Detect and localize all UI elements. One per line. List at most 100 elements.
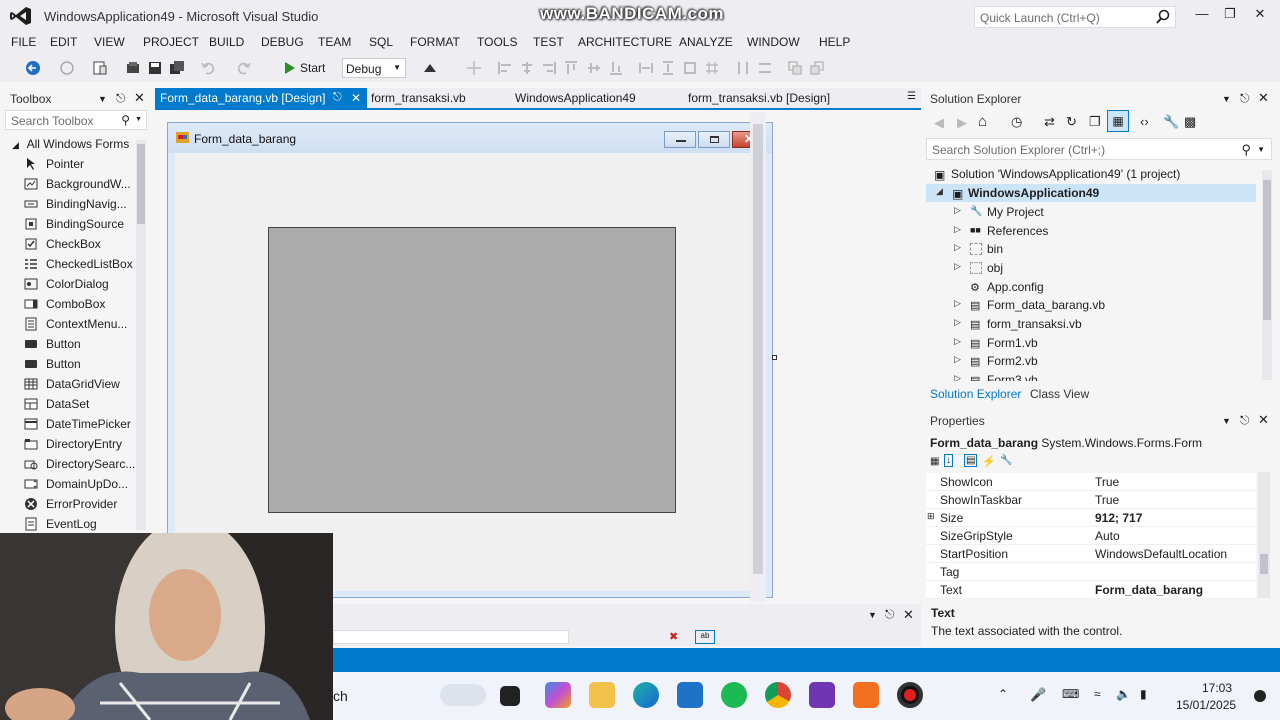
show-all-files-icon[interactable]: ▦ bbox=[1107, 110, 1129, 132]
toolbox-item[interactable]: CheckBox bbox=[22, 234, 134, 254]
forward-icon[interactable]: ▶ bbox=[957, 115, 967, 131]
toolbox-item[interactable]: Button bbox=[22, 354, 134, 374]
microphone-icon[interactable]: 🎤 bbox=[1030, 687, 1046, 703]
property-value[interactable]: Form_data_barang bbox=[1095, 583, 1203, 597]
open-file-icon[interactable] bbox=[125, 60, 141, 76]
solution-configuration-select[interactable]: Debug ▼ bbox=[342, 58, 406, 78]
back-icon[interactable]: ◀ bbox=[934, 115, 944, 131]
toolbox-item[interactable]: BindingNavig... bbox=[22, 194, 134, 214]
solution-explorer-scroll-thumb[interactable] bbox=[1263, 180, 1271, 320]
toolbox-item[interactable]: DirectoryEntry bbox=[22, 434, 134, 454]
toolbox-item[interactable]: DataSet bbox=[22, 394, 134, 414]
minimize-icon[interactable]: — bbox=[1192, 6, 1212, 24]
send-to-back-icon[interactable] bbox=[809, 60, 825, 76]
resize-handle[interactable] bbox=[772, 355, 777, 360]
tree-item[interactable]: ▷ ▤ Form1.vb bbox=[954, 334, 1280, 352]
toolbox-item[interactable]: DomainUpDo... bbox=[22, 474, 134, 494]
property-row[interactable]: ShowInTaskbar True bbox=[926, 491, 1256, 509]
view-code-icon[interactable]: ‹› bbox=[1140, 114, 1149, 129]
toolbox-item[interactable]: ContextMenu... bbox=[22, 314, 134, 334]
search-icon[interactable]: ⚲ bbox=[121, 113, 130, 127]
vertical-spacing-icon[interactable] bbox=[757, 60, 773, 76]
menu-window[interactable]: WINDOW bbox=[747, 35, 800, 49]
edge-browser-icon[interactable] bbox=[633, 682, 659, 708]
clear-icon[interactable]: ✖ bbox=[669, 630, 678, 643]
properties-view-icon[interactable]: ▤ bbox=[964, 454, 978, 467]
spotify-icon[interactable] bbox=[721, 682, 747, 708]
tree-item[interactable]: ▷ 🔧 My Project bbox=[954, 203, 1280, 221]
tree-item[interactable]: ▷ ▤ Form3.vb bbox=[954, 371, 1280, 381]
bandicam-record-icon[interactable] bbox=[897, 682, 923, 708]
solution-explorer-search-input[interactable]: Search Solution Explorer (Ctrl+;) ⚲ ▼ bbox=[926, 138, 1272, 160]
pin-icon[interactable]: ⎋ bbox=[333, 91, 342, 104]
collapse-all-icon[interactable]: ❐ bbox=[1089, 114, 1101, 130]
properties-wrench-icon[interactable]: 🔧 bbox=[1163, 114, 1179, 130]
properties-scroll-thumb[interactable] bbox=[1260, 554, 1268, 574]
toolbox-item[interactable]: EventLog bbox=[22, 514, 134, 534]
menu-format[interactable]: FORMAT bbox=[410, 35, 460, 49]
volume-icon[interactable]: 🔈 bbox=[1116, 687, 1132, 703]
chevron-down-icon[interactable]: ▼ bbox=[135, 116, 142, 123]
menu-file[interactable]: FILE bbox=[11, 35, 36, 49]
clock-time[interactable]: 17:03 bbox=[1202, 681, 1232, 695]
menu-help[interactable]: HELP bbox=[819, 35, 850, 49]
copilot-icon[interactable] bbox=[545, 682, 571, 708]
close-icon[interactable]: ✕ bbox=[903, 607, 914, 623]
align-bottoms-icon[interactable] bbox=[608, 60, 624, 76]
make-same-size-icon[interactable] bbox=[682, 60, 698, 76]
tree-item-solution[interactable]: ▣ Solution 'WindowsApplication49' (1 pro… bbox=[934, 165, 1264, 183]
tree-item[interactable]: ▷ ▤ Form_data_barang.vb bbox=[954, 296, 1280, 314]
tree-item[interactable]: ▷ bin bbox=[954, 240, 1280, 258]
property-value[interactable]: Auto bbox=[1095, 529, 1120, 543]
designer-scroll-thumb[interactable] bbox=[753, 124, 763, 574]
align-rights-icon[interactable] bbox=[541, 60, 557, 76]
solution-explorer-scrollbar[interactable] bbox=[1262, 170, 1272, 380]
events-lightning-icon[interactable]: ⚡ bbox=[982, 455, 996, 468]
view-designer-icon[interactable]: ▩ bbox=[1184, 114, 1196, 130]
pin-icon[interactable]: ⎋ bbox=[1240, 91, 1250, 106]
pin-icon[interactable]: ⎋ bbox=[885, 607, 895, 622]
property-value[interactable]: 912; 717 bbox=[1095, 511, 1142, 525]
chevron-down-icon[interactable]: ▼ bbox=[1222, 94, 1231, 104]
close-icon[interactable]: ✕ bbox=[1250, 6, 1270, 24]
property-row[interactable]: Text Form_data_barang bbox=[926, 581, 1256, 599]
task-view-icon[interactable] bbox=[500, 686, 520, 706]
toolbox-group-all-windows-forms[interactable]: ◢ All Windows Forms bbox=[12, 137, 129, 151]
toolbox-item[interactable]: Button bbox=[22, 334, 134, 354]
form-designer-surface[interactable]: Form_data_barang ✕ bbox=[155, 112, 905, 602]
property-row[interactable]: ⊞ Size 912; 717 bbox=[926, 509, 1256, 527]
tree-item[interactable]: ▷ obj bbox=[954, 259, 1280, 277]
wifi-icon[interactable]: ≈ bbox=[1094, 687, 1110, 703]
tab-overflow-icon[interactable]: ☰ bbox=[907, 91, 916, 102]
properties-object-selector[interactable]: Form_data_barang System.Windows.Forms.Fo… bbox=[930, 436, 1202, 450]
clock-date[interactable]: 15/01/2025 bbox=[1176, 698, 1236, 712]
pin-icon[interactable]: ⎋ bbox=[116, 91, 126, 106]
chevron-down-icon[interactable]: ▼ bbox=[868, 610, 877, 620]
designed-form-client-area[interactable] bbox=[175, 153, 766, 591]
quick-launch-input[interactable]: Quick Launch (Ctrl+Q) bbox=[974, 6, 1176, 28]
tab-solution-explorer[interactable]: Solution Explorer bbox=[930, 387, 1021, 401]
categorized-icon[interactable]: ▦ bbox=[930, 456, 939, 467]
refresh-icon[interactable]: ↻ bbox=[1066, 114, 1077, 130]
tree-item[interactable]: ▷ ▤ form_transaksi.vb bbox=[954, 315, 1280, 333]
pending-changes-filter-icon[interactable]: ◷ bbox=[1011, 114, 1022, 130]
chrome-icon[interactable] bbox=[765, 682, 791, 708]
toolbox-item[interactable]: BindingSource bbox=[22, 214, 134, 234]
pin-icon[interactable]: ⎋ bbox=[1240, 413, 1250, 428]
chevron-down-icon[interactable]: ▼ bbox=[1257, 145, 1265, 154]
chevron-down-icon[interactable]: ▼ bbox=[1222, 416, 1231, 426]
make-same-width-icon[interactable] bbox=[638, 60, 654, 76]
menu-team[interactable]: TEAM bbox=[318, 35, 351, 49]
tab-form-transaksi[interactable]: form_transaksi.vb bbox=[371, 88, 501, 108]
alphabetical-icon[interactable]: ↓ bbox=[944, 454, 953, 467]
toolbox-search-input[interactable]: Search Toolbox ⚲ ▼ bbox=[5, 110, 147, 130]
property-value[interactable]: True bbox=[1095, 493, 1119, 507]
size-to-grid-icon[interactable] bbox=[704, 60, 720, 76]
keyboard-icon[interactable]: ⌨ bbox=[1062, 687, 1079, 703]
tree-item[interactable]: ▷ ▤ Form2.vb bbox=[954, 352, 1280, 370]
word-wrap-icon[interactable]: ab bbox=[695, 630, 715, 644]
toolbox-item[interactable]: DataGridView bbox=[22, 374, 134, 394]
restore-icon[interactable]: ❐ bbox=[1220, 6, 1240, 24]
notification-icon[interactable] bbox=[1254, 690, 1266, 702]
menu-build[interactable]: BUILD bbox=[209, 35, 244, 49]
